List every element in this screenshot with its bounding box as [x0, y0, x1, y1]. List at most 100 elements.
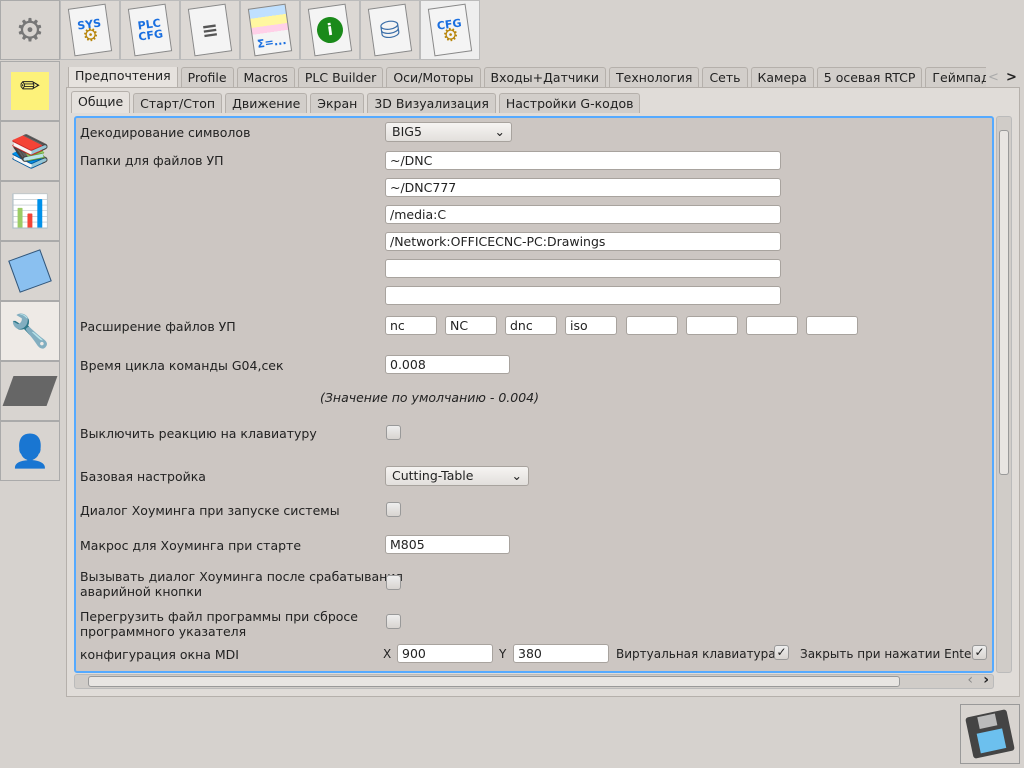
toolbar-sys-config[interactable]: SYS ⚙ — [60, 0, 120, 60]
decoding-select[interactable]: BIG5 ⌄ — [385, 122, 512, 142]
variables-table-icon: Σ=... — [247, 3, 293, 57]
horizontal-scrollbar[interactable]: ‹ › — [74, 672, 994, 689]
tab-camera[interactable]: Камера — [750, 67, 814, 87]
folder-input-4[interactable]: /Network:OFFICECNC-PC:Drawings — [385, 232, 781, 251]
folder-input-1[interactable]: ~/DNC — [385, 151, 781, 170]
sidebar-tools[interactable]: 📊 — [0, 181, 60, 241]
toolbar-info[interactable]: i — [300, 0, 360, 60]
folder-input-5[interactable] — [385, 259, 781, 278]
ext-label: Расширение файлов УП — [80, 319, 236, 334]
base-select[interactable]: Cutting-Table ⌄ — [385, 466, 529, 486]
sub-tabs: Общие Старт/Стоп Движение Экран 3D Визуа… — [71, 91, 643, 113]
reload-label-2: программного указателя — [80, 624, 247, 639]
ext-input-6[interactable] — [686, 316, 738, 335]
virtual-keyboard-label: Виртуальная клавиатура: — [616, 647, 780, 661]
toolbar-cfg[interactable]: CFG ⚙ — [420, 0, 480, 60]
icon-label: ⚙ — [81, 23, 101, 47]
homing-macro-label: Макрос для Хоуминга при старте — [80, 538, 302, 553]
subtab-motion[interactable]: Движение — [225, 93, 308, 113]
sidebar-books[interactable]: 📚 — [0, 121, 60, 181]
tab-preferences[interactable]: Предпочтения — [68, 67, 178, 87]
estop-label-2: аварийной кнопки — [80, 584, 203, 599]
document-icon: ≡ — [187, 3, 233, 57]
sidebar-notes[interactable]: ✏ — [0, 61, 60, 121]
books-icon: 📚 — [10, 132, 50, 170]
save-button[interactable] — [960, 704, 1020, 764]
toolbar-plc-config[interactable]: PLC CFG — [120, 0, 180, 60]
decoding-value: BIG5 — [392, 124, 422, 139]
main-tabs: Предпочтения Profile Macros PLC Builder … — [68, 67, 986, 87]
folder-input-6[interactable] — [385, 286, 781, 305]
tab-5axis-rtcp[interactable]: 5 осевая RTCP — [816, 67, 923, 87]
sidebar-hardware[interactable] — [0, 361, 60, 421]
subtab-screen[interactable]: Экран — [310, 93, 365, 113]
mdi-label: конфигурация окна MDI — [80, 647, 239, 662]
sidebar-user[interactable]: 👤 — [0, 421, 60, 481]
tab-profile[interactable]: Profile — [180, 67, 234, 87]
sidebar-mycnc[interactable] — [0, 241, 60, 301]
g04-label: Время цикла команды G04,сек — [80, 358, 284, 373]
chevron-down-icon: ⌄ — [511, 468, 522, 483]
homing-dialog-label: Диалог Хоуминга при запуске системы — [80, 503, 340, 518]
mdi-x-input[interactable]: 900 — [397, 644, 493, 663]
subtab-start-stop[interactable]: Старт/Стоп — [133, 93, 223, 113]
subtab-general[interactable]: Общие — [71, 91, 131, 113]
database-icon: ⛁ — [367, 3, 413, 57]
tab-plc-builder[interactable]: PLC Builder — [297, 67, 384, 87]
homing-macro-input[interactable]: M805 — [385, 535, 510, 554]
close-on-enter-label: Закрыть при нажатии Enter — [800, 647, 977, 661]
folder-input-3[interactable]: /media:C — [385, 205, 781, 224]
tools-icon: 📊 — [10, 192, 50, 230]
tab-axes-motors[interactable]: Оси/Моторы — [386, 67, 481, 87]
tab-scroll-left[interactable]: < — [988, 70, 999, 85]
toolbar-document[interactable]: ≡ — [180, 0, 240, 60]
subtab-3d-visualization[interactable]: 3D Визуализация — [367, 93, 496, 113]
ext-input-5[interactable] — [626, 316, 678, 335]
ext-input-3[interactable]: dnc — [505, 316, 557, 335]
close-on-enter-checkbox[interactable]: ✓ — [972, 645, 987, 660]
folder-input-2[interactable]: ~/DNC777 — [385, 178, 781, 197]
chip-icon — [2, 376, 58, 406]
homing-dialog-checkbox[interactable] — [386, 502, 401, 517]
horizontal-scrollbar-thumb[interactable] — [88, 676, 900, 687]
virtual-keyboard-checkbox[interactable]: ✓ — [774, 645, 789, 660]
scroll-right-arrow[interactable]: › — [983, 672, 989, 688]
keyboard-label: Выключить реакцию на клавиатуру — [80, 426, 317, 441]
tab-scroll-right[interactable]: > — [1006, 70, 1017, 85]
icon-label: Σ=... — [256, 33, 288, 51]
icon-label: CFG — [137, 27, 164, 44]
estop-label-1: Вызывать диалог Хоуминга после срабатыва… — [80, 569, 403, 584]
estop-checkbox[interactable] — [386, 575, 401, 590]
ext-input-4[interactable]: iso — [565, 316, 617, 335]
keyboard-checkbox[interactable] — [386, 425, 401, 440]
subtab-gcode-settings[interactable]: Настройки G-кодов — [498, 93, 641, 113]
ext-input-1[interactable]: nc — [385, 316, 437, 335]
tab-inputs-sensors[interactable]: Входы+Датчики — [483, 67, 607, 87]
user-icon: 👤 — [10, 432, 50, 470]
scroll-left-arrow[interactable]: ‹ — [967, 672, 973, 688]
base-label: Базовая настройка — [80, 469, 206, 484]
ext-input-8[interactable] — [806, 316, 858, 335]
mycnc-rotate-icon — [8, 249, 52, 293]
folders-label: Папки для файлов УП — [80, 153, 224, 168]
mdi-y-input[interactable]: 380 — [513, 644, 609, 663]
g04-input[interactable]: 0.008 — [385, 355, 510, 374]
icon-label: ⛁ — [378, 14, 402, 45]
toolbar-database[interactable]: ⛁ — [360, 0, 420, 60]
tab-gamepad[interactable]: Геймпад — [925, 67, 986, 87]
sidebar-setup[interactable]: 🔧 — [0, 301, 60, 361]
tab-technology[interactable]: Технология — [609, 67, 700, 87]
icon-label: ≡ — [199, 16, 220, 43]
toolbar-variables[interactable]: Σ=... — [240, 0, 300, 60]
vertical-scrollbar[interactable] — [996, 116, 1012, 673]
notepad-pencil-icon: ✏ — [11, 72, 49, 110]
reload-checkbox[interactable] — [386, 614, 401, 629]
ext-input-7[interactable] — [746, 316, 798, 335]
ext-input-2[interactable]: NC — [445, 316, 497, 335]
tab-macros[interactable]: Macros — [236, 67, 295, 87]
x-label: X — [383, 647, 392, 661]
vertical-scrollbar-thumb[interactable] — [999, 130, 1009, 475]
sidebar-settings[interactable]: ⚙ — [0, 0, 60, 60]
reload-label-1: Перегрузить файл программы при сбросе — [80, 609, 358, 624]
tab-network[interactable]: Сеть — [702, 67, 748, 87]
